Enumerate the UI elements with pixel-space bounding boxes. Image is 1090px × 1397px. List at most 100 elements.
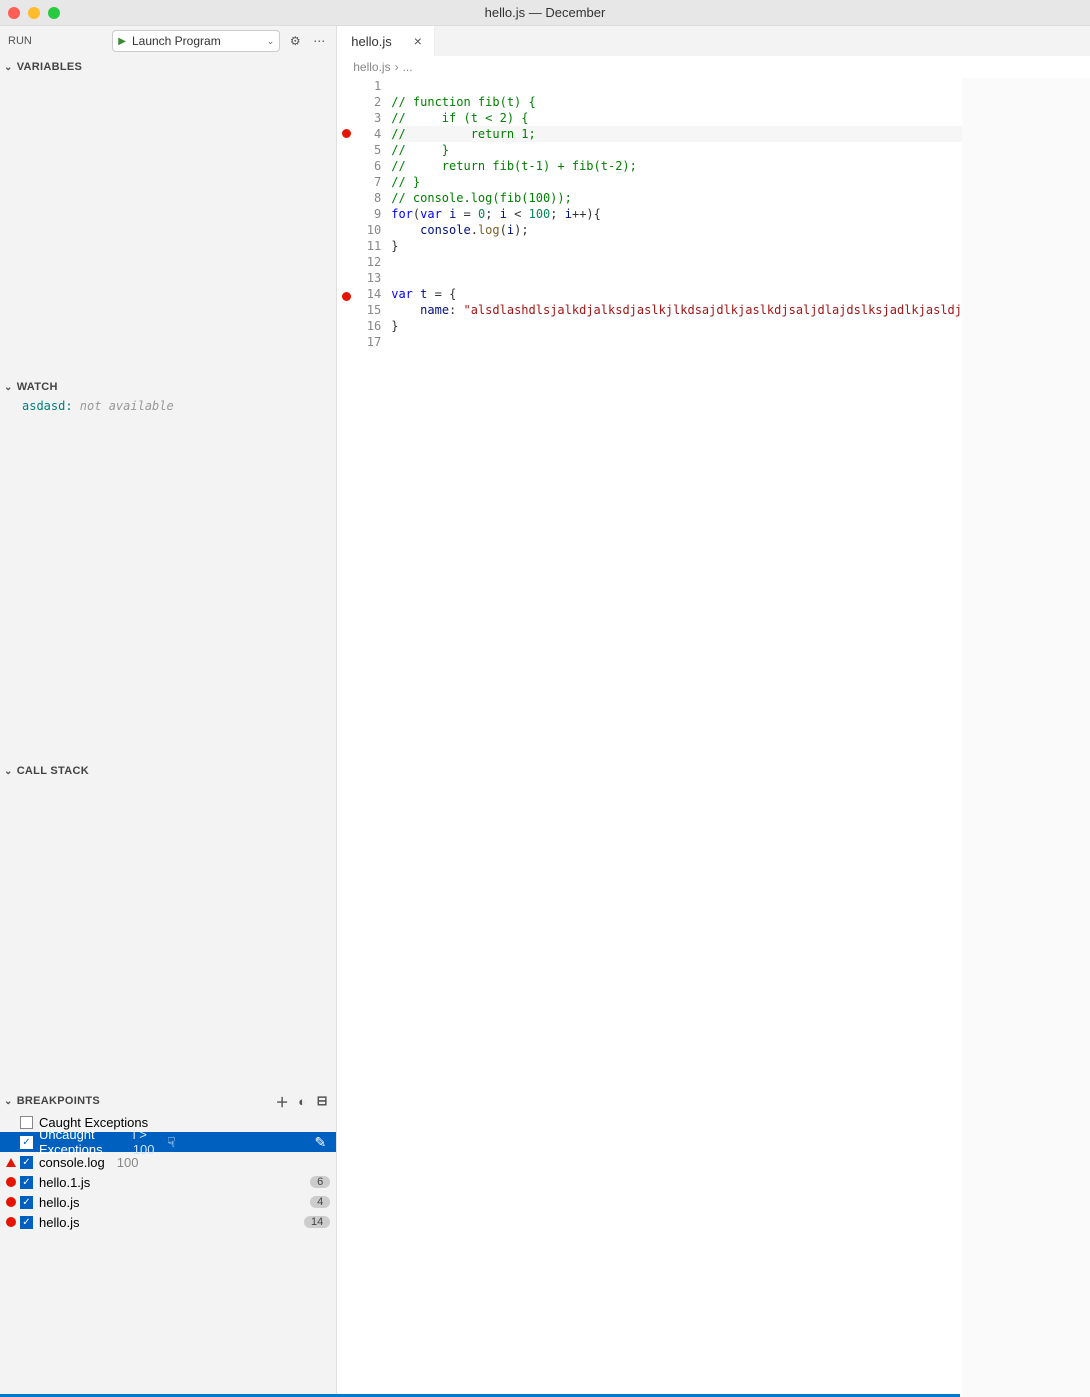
line-number: 10 [355, 222, 381, 238]
breadcrumbs[interactable]: hello.js › ... [337, 56, 1090, 78]
gear-icon[interactable]: ⚙ [286, 34, 304, 48]
line-number-badge: 14 [304, 1216, 330, 1228]
breakpoint-checkbox[interactable]: ✓ [20, 1216, 33, 1229]
breakpoint-icon [6, 1217, 16, 1227]
minimap[interactable] [962, 78, 1090, 1397]
watch-value: not available [73, 399, 174, 413]
line-number: 15 [355, 302, 381, 318]
code-line[interactable]: // return 1; [391, 126, 962, 142]
watch-header[interactable]: ⌄ WATCH [0, 376, 336, 398]
breakpoint-checkbox[interactable]: ✓ [20, 1136, 33, 1149]
variables-header[interactable]: ⌄ VARIABLES [0, 56, 336, 78]
watch-title: WATCH [17, 381, 58, 393]
line-number-badge: 4 [310, 1196, 330, 1208]
logpoint-icon [6, 1158, 16, 1167]
breakpoint-icon [6, 1177, 16, 1187]
callstack-title: CALL STACK [17, 765, 89, 777]
run-label: RUN [8, 35, 32, 47]
remove-breakpoints-icon[interactable]: ⊟ [312, 1093, 332, 1109]
line-number: 13 [355, 270, 381, 286]
code-line[interactable]: } [391, 238, 962, 254]
window-title: hello.js — December [485, 5, 606, 20]
minimize-window-button[interactable] [28, 7, 40, 19]
breakpoint-row[interactable]: ✓ hello.js 14 [0, 1212, 336, 1232]
no-marker [6, 1137, 16, 1147]
line-number-badge: 6 [310, 1176, 330, 1188]
code-line[interactable]: // console.log(fib(100)); [391, 190, 962, 206]
maximize-window-button[interactable] [48, 7, 60, 19]
line-number: 1 [355, 78, 381, 94]
code-line[interactable]: for(var i = 0; i < 100; i++){ [391, 206, 962, 222]
code-line[interactable]: // } [391, 142, 962, 158]
breakpoint-row[interactable]: ✓hello.1.js6 [0, 1172, 336, 1192]
launch-config-dropdown[interactable]: ▶ Launch Program ⌄ [112, 30, 280, 52]
breakpoint-row[interactable]: ✓hello.js4 [0, 1192, 336, 1212]
tab-bar: hello.js × [337, 26, 1090, 56]
code-line[interactable]: } [391, 318, 962, 334]
breakpoint-row[interactable]: ✓Uncaught Exceptionsi > 100☟✎ [0, 1132, 336, 1152]
line-number: 2 [355, 94, 381, 110]
toggle-breakpoints-icon[interactable]: ◐ [292, 1094, 312, 1109]
line-number: 3 [355, 110, 381, 126]
breakpoint-checkbox[interactable]: ✓ [20, 1176, 33, 1189]
breakpoints-header[interactable]: ⌄ BREAKPOINTS ＋ ◐ ⊟ [0, 1090, 336, 1112]
code-line[interactable]: // } [391, 174, 962, 190]
breakpoint-label: console.log [37, 1155, 105, 1170]
variables-title: VARIABLES [17, 61, 82, 73]
code-line[interactable]: console.log(i); [391, 222, 962, 238]
line-number: 14 [355, 286, 381, 302]
close-icon[interactable]: × [410, 33, 426, 49]
breakpoint-icon[interactable] [342, 129, 351, 138]
chevron-down-icon: ⌄ [4, 62, 13, 73]
code-line[interactable]: // if (t < 2) { [391, 110, 962, 126]
line-number: 9 [355, 206, 381, 222]
no-marker [6, 1117, 16, 1127]
code-line[interactable]: var t = { [391, 286, 962, 302]
line-number: 7 [355, 174, 381, 190]
breadcrumb-more: ... [403, 60, 413, 74]
title-bar: hello.js — December [0, 0, 1090, 26]
chevron-right-icon: › [395, 60, 399, 74]
line-number: 4 [355, 126, 381, 142]
breakpoint-row[interactable]: ✓ console.log 100 [0, 1152, 336, 1172]
breakpoint-checkbox[interactable]: ✓ [20, 1196, 33, 1209]
breakpoint-checkbox[interactable]: ✓ [20, 1156, 33, 1169]
chevron-down-icon: ⌄ [4, 766, 13, 777]
line-number: 17 [355, 334, 381, 350]
breakpoint-checkbox[interactable] [20, 1116, 33, 1129]
code-line[interactable]: name: "alsdlashdlsjalkdjalksdjaslkjlkdsa… [391, 302, 962, 318]
breakpoint-icon[interactable] [342, 292, 351, 301]
gutter-breakpoints[interactable] [337, 78, 355, 1397]
code-line[interactable] [391, 334, 962, 350]
more-icon[interactable]: ⋯ [310, 34, 328, 48]
close-window-button[interactable] [8, 7, 20, 19]
callstack-header[interactable]: ⌄ CALL STACK [0, 760, 336, 782]
line-number: 16 [355, 318, 381, 334]
code-content[interactable]: // function fib(t) {// if (t < 2) {// re… [391, 78, 962, 1397]
code-line[interactable] [391, 270, 962, 286]
debug-sidebar: RUN ▶ Launch Program ⌄ ⚙ ⋯ ⌄ VARIABLES ⌄… [0, 26, 337, 1397]
play-icon: ▶ [118, 36, 126, 47]
code-line[interactable] [391, 78, 962, 94]
breakpoints-title: BREAKPOINTS [17, 1095, 100, 1107]
launch-config-text: Launch Program [132, 34, 261, 48]
chevron-down-icon: ⌄ [267, 36, 275, 47]
code-line[interactable]: // return fib(t-1) + fib(t-2); [391, 158, 962, 174]
code-line[interactable] [391, 254, 962, 270]
breadcrumb-file: hello.js [353, 60, 390, 74]
watch-key: asdasd: [22, 399, 73, 413]
add-breakpoint-icon[interactable]: ＋ [272, 1092, 292, 1111]
edit-icon[interactable]: ✎ [315, 1134, 327, 1151]
watch-expression[interactable]: asdasd: not available [0, 398, 336, 413]
editor-area: hello.js × hello.js › ... 12345678910111… [337, 26, 1090, 1397]
breakpoint-condition: 100 [109, 1155, 139, 1170]
line-number: 12 [355, 254, 381, 270]
tab-hello-js[interactable]: hello.js × [337, 26, 435, 56]
breakpoint-label: hello.js [37, 1215, 79, 1230]
line-number: 8 [355, 190, 381, 206]
gutter-line-numbers: 1234567891011121314151617 [355, 78, 391, 1397]
line-number: 11 [355, 238, 381, 254]
chevron-down-icon: ⌄ [4, 382, 13, 393]
code-line[interactable]: // function fib(t) { [391, 94, 962, 110]
tab-label: hello.js [351, 34, 391, 49]
